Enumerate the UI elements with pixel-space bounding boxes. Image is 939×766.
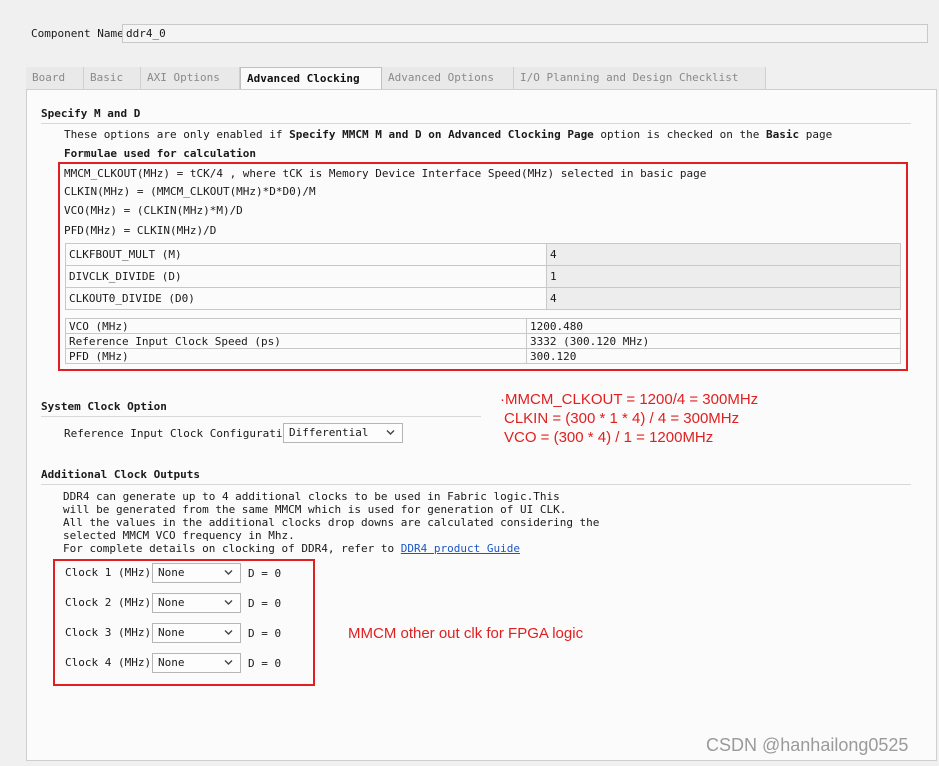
- formula-line: CLKIN(MHz) = (MMCM_CLKOUT(MHz)*D*D0)/M: [64, 185, 316, 198]
- tab-io-planning[interactable]: I/O Planning and Design Checklist: [514, 67, 766, 89]
- ddr4-product-guide-link[interactable]: DDR4 product Guide: [401, 542, 520, 555]
- additional-description: DDR4 can generate up to 4 additional clo…: [63, 490, 600, 555]
- clock-divider-value: D = 0: [248, 657, 282, 670]
- result-label: Reference Input Clock Speed (ps): [65, 333, 527, 349]
- annotation-calc-line: CLKIN = (300 * 1 * 4) / 4 = 300MHz: [504, 410, 740, 427]
- clock-2-select[interactable]: None: [152, 593, 241, 613]
- table-row: CLKFBOUT_MULT (M) 4: [65, 243, 901, 266]
- tab-advanced-clocking[interactable]: Advanced Clocking: [240, 67, 382, 89]
- annotation-calc-line: VCO = (300 * 4) / 1 = 1200MHz: [504, 429, 714, 446]
- component-name-field[interactable]: ddr4_0: [122, 24, 928, 43]
- section-title-additional-clocks: Additional Clock Outputs: [41, 468, 200, 481]
- chevron-down-icon: [223, 567, 234, 581]
- chevron-down-icon: [223, 597, 234, 611]
- clock-label: Clock 2 (MHz): [65, 596, 152, 609]
- chevron-down-icon: [385, 427, 396, 441]
- param-label: CLKOUT0_DIVIDE (D0): [65, 287, 547, 310]
- annotation-calc-line: ·MMCM_CLKOUT = 1200/4 = 300MHz: [500, 391, 759, 408]
- divclk-divide-input[interactable]: 1: [546, 265, 901, 288]
- formula-line: VCO(MHz) = (CLKIN(MHz)*M)/D: [64, 204, 243, 217]
- clock-4-select[interactable]: None: [152, 653, 241, 673]
- chevron-down-icon: [223, 657, 234, 671]
- table-row: VCO (MHz) 1200.480: [65, 318, 901, 334]
- table-row: CLKOUT0_DIVIDE (D0) 4: [65, 287, 901, 310]
- clock-3-select[interactable]: None: [152, 623, 241, 643]
- result-value: 300.120: [526, 348, 901, 364]
- formula-line: MMCM_CLKOUT(MHz) = tCK/4 , where tCK is …: [64, 167, 707, 180]
- table-row: DIVCLK_DIVIDE (D) 1: [65, 265, 901, 288]
- clkfbout-mult-input[interactable]: 4: [546, 243, 901, 266]
- ref-clock-config-label: Reference Input Clock Configuration: [64, 427, 296, 440]
- chevron-down-icon: [223, 627, 234, 641]
- tab-bar: Board Basic AXI Options Advanced Clockin…: [26, 67, 766, 89]
- mmcm-param-table: CLKFBOUT_MULT (M) 4 DIVCLK_DIVIDE (D) 1 …: [65, 243, 901, 310]
- result-label: VCO (MHz): [65, 318, 527, 334]
- ref-clock-config-select[interactable]: Differential: [283, 423, 403, 443]
- annotation-other-clk: MMCM other out clk for FPGA logic: [348, 625, 584, 642]
- formula-line: PFD(MHz) = CLKIN(MHz)/D: [64, 224, 217, 237]
- clock-label: Clock 1 (MHz): [65, 566, 152, 579]
- clock-divider-value: D = 0: [248, 597, 282, 610]
- clock-divider-value: D = 0: [248, 567, 282, 580]
- result-label: PFD (MHz): [65, 348, 527, 364]
- clock-label: Clock 4 (MHz): [65, 656, 152, 669]
- clkout0-divide-input[interactable]: 4: [546, 287, 901, 310]
- section-divider: [41, 484, 911, 485]
- watermark: CSDN @hanhailong0525: [706, 735, 909, 755]
- specify-note: These options are only enabled if Specif…: [64, 128, 833, 141]
- section-title-system-clock: System Clock Option: [41, 400, 167, 413]
- mmcm-result-table: VCO (MHz) 1200.480 Reference Input Clock…: [65, 318, 901, 364]
- tab-basic[interactable]: Basic: [84, 67, 141, 89]
- param-label: DIVCLK_DIVIDE (D): [65, 265, 547, 288]
- tab-axi-options[interactable]: AXI Options: [141, 67, 240, 89]
- tab-board[interactable]: Board: [26, 67, 84, 89]
- param-label: CLKFBOUT_MULT (M): [65, 243, 547, 266]
- section-divider: [41, 416, 481, 417]
- section-title-specify: Specify M and D: [41, 107, 141, 120]
- clock-label: Clock 3 (MHz): [65, 626, 152, 639]
- formulae-title: Formulae used for calculation: [64, 147, 257, 160]
- result-value: 3332 (300.120 MHz): [526, 333, 901, 349]
- section-divider: [41, 123, 911, 124]
- table-row: Reference Input Clock Speed (ps) 3332 (3…: [65, 333, 901, 349]
- table-row: PFD (MHz) 300.120: [65, 348, 901, 364]
- result-value: 1200.480: [526, 318, 901, 334]
- clock-divider-value: D = 0: [248, 627, 282, 640]
- tab-advanced-options[interactable]: Advanced Options: [382, 67, 514, 89]
- component-name-label: Component Name: [31, 27, 124, 40]
- clock-1-select[interactable]: None: [152, 563, 241, 583]
